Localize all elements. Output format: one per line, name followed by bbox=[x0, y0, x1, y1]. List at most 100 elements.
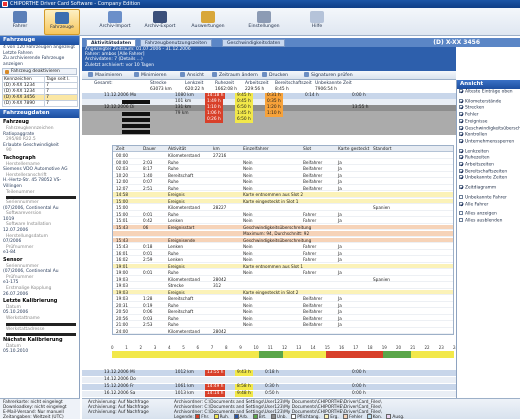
summary-row[interactable]: 14.12.2006 Do bbox=[82, 377, 456, 383]
detail-row[interactable]: 14:58 Ereignis Karte entnommen aus Slot 2 bbox=[113, 192, 453, 198]
checkbox[interactable] bbox=[459, 138, 463, 143]
view-option[interactable]: Fehler bbox=[457, 112, 520, 119]
checkbox[interactable] bbox=[459, 148, 463, 153]
toolbar-button-4[interactable]: Auswertungen bbox=[186, 9, 230, 35]
detail-row[interactable]: 12:07 2:51 Ruhe Nein Beifahrer Ja bbox=[113, 185, 453, 192]
detail-row[interactable]: 15:43 06 Ereignisstart Geschwindigkeitsüber… bbox=[113, 224, 453, 231]
checkbox[interactable] bbox=[459, 201, 463, 206]
summary-row[interactable]: 101 km 1:49 h 0:45 h 0:35 h bbox=[82, 99, 456, 105]
detail-column-header[interactable]: Aktivität bbox=[168, 147, 186, 152]
view-option[interactable]: Lenkzeiten bbox=[457, 148, 520, 156]
detail-row[interactable]: 10:20 1:40 Bereitschaft Nein Beifahrer Ja bbox=[113, 172, 453, 179]
vehicle-row[interactable]: (D) X-XX 7890 7 bbox=[1, 100, 78, 108]
detail-row[interactable]: 00:00 2:03 Ruhe Nein Beifahrer Ja bbox=[113, 159, 453, 166]
detail-row[interactable]: 19:00 0:01 Ruhe Nein Fahrer Ja bbox=[113, 270, 453, 276]
detail-row[interactable]: 15:00 0:01 Ruhe Nein Fahrer Ja bbox=[113, 211, 453, 218]
detail-column-header[interactable]: Einzelfahrer bbox=[243, 147, 269, 152]
toolbar-button-6[interactable]: Hilfe bbox=[302, 9, 332, 35]
summary-row[interactable]: 15.12.2006 Fr 1061 km 14:49 h 8:58 h 0:30 h 0… bbox=[82, 384, 456, 390]
checkbox[interactable] bbox=[459, 112, 463, 117]
view-option[interactable]: Kilometerstände bbox=[457, 98, 520, 106]
checkbox[interactable] bbox=[459, 98, 463, 103]
detail-row[interactable]: 20:31 0:19 Ruhe Nein Beifahrer Ja bbox=[113, 302, 453, 309]
checkbox[interactable] bbox=[459, 125, 463, 130]
action-button-0[interactable]: Maximieren bbox=[88, 72, 122, 79]
detail-row[interactable]: 19:03 Ereignis Karte eingesteckt in Slot 2 bbox=[113, 289, 453, 296]
summary-row[interactable]: 12.12.2006 Di 131 km 1:10 h 6:50 h 1:20 h 13:… bbox=[82, 105, 456, 111]
detail-column-header[interactable]: Standort bbox=[373, 147, 392, 152]
tab-1[interactable]: Fahrzeugbenutzungszeiten bbox=[140, 39, 212, 47]
view-option[interactable]: Unbekannte Zeiten bbox=[457, 175, 520, 182]
view-option[interactable]: Alles anzeigen bbox=[457, 211, 520, 218]
detail-row[interactable]: 19:03 Kilometerstand 28042 Spanien bbox=[113, 276, 453, 283]
detail-column-header[interactable]: Slot bbox=[303, 147, 311, 152]
summary-row[interactable] bbox=[82, 129, 456, 135]
view-option[interactable]: Ruhezeiten bbox=[457, 155, 520, 162]
tab-2[interactable]: Geschwindigkeitsdaten bbox=[222, 39, 286, 47]
detail-row[interactable]: 19:01 Ereignis Karte entnommen aus Slot 1 bbox=[113, 263, 453, 270]
view-option[interactable]: Arbeitszeiten bbox=[457, 162, 520, 169]
toolbar-button-5[interactable]: Einstellungen bbox=[240, 9, 288, 35]
summary-row[interactable]: 11.12.2006 Mo 1080 km 14:18 h 9:45 h 0:31 h 0… bbox=[82, 93, 456, 99]
detail-row[interactable]: 20:56 0:03 Ruhe Nein Beifahrer Ja bbox=[113, 315, 453, 322]
view-option[interactable]: Unternehmenssperren bbox=[457, 138, 520, 146]
view-option[interactable]: Bereitschaftszeiten bbox=[457, 168, 520, 176]
tab-0[interactable]: Aktivitätsdaten bbox=[86, 39, 137, 47]
summary-row[interactable]: 79 km 1:06 h 1:45 h 1:10 h bbox=[82, 111, 456, 117]
view-option[interactable]: Alles ausblenden bbox=[457, 217, 520, 225]
action-button-5[interactable]: Signaturen prüfen bbox=[304, 72, 353, 79]
detail-row[interactable]: 19:03 1:28 Bereitschaft Nein Beifahrer Ja bbox=[113, 296, 453, 302]
summary-row[interactable]: 0:26 h 6:50 h bbox=[82, 117, 456, 123]
detail-row[interactable]: 02:03 8:17 Ruhe Nein Beifahrer Ja bbox=[113, 166, 453, 172]
view-option[interactable]: Unbekannte Fahrer bbox=[457, 194, 520, 202]
detail-row[interactable]: 15:01 0:42 Lenken Nein Fahrer Ja bbox=[113, 218, 453, 224]
checkbox[interactable] bbox=[459, 132, 463, 137]
summary-row[interactable]: 16.12.2006 Sa 1013 km 14:14 h 9:48 h 0:50 h 0… bbox=[82, 391, 456, 397]
detail-column-header[interactable]: Dauer bbox=[143, 147, 156, 152]
view-option[interactable]: Älteste Einträge oben bbox=[457, 89, 520, 96]
detail-row[interactable]: 16:02 2:59 Lenken Nein Fahrer Ja bbox=[113, 257, 453, 263]
detail-row[interactable]: 12:00 0:07 Ruhe Nein Beifahrer Ja bbox=[113, 179, 453, 185]
checkbox[interactable] bbox=[459, 155, 463, 160]
detail-row[interactable]: 15:43 Ereignisende Geschwindigkeitsübersch… bbox=[113, 237, 453, 244]
checkbox[interactable] bbox=[459, 118, 463, 123]
checkbox[interactable] bbox=[459, 217, 463, 222]
detail-row[interactable]: 20:50 0:06 Bereitschaft Nein Beifahrer Ja bbox=[113, 309, 453, 315]
checkbox[interactable] bbox=[459, 211, 463, 216]
checkbox[interactable] bbox=[459, 168, 463, 173]
checkbox[interactable] bbox=[459, 162, 463, 167]
toolbar-button-0[interactable]: Fahrer bbox=[4, 9, 36, 35]
view-option[interactable]: Zeitdiagramm bbox=[457, 185, 520, 192]
view-option[interactable]: Kontrollen bbox=[457, 132, 520, 139]
summary-row[interactable] bbox=[82, 123, 456, 129]
view-option[interactable]: Ereignisse bbox=[457, 118, 520, 126]
toolbar-button-3[interactable]: Archiv-Export bbox=[140, 9, 180, 35]
deactivate-vehicle-button[interactable]: Fahrzeug deaktivieren bbox=[2, 68, 77, 76]
toolbar-button-2[interactable]: Archiv-Import bbox=[96, 9, 134, 35]
detail-row[interactable]: 19:03 Strecke 312 bbox=[113, 283, 453, 289]
detail-column-header[interactable]: km bbox=[213, 147, 220, 152]
action-button-4[interactable]: Drucken bbox=[262, 72, 288, 79]
detail-row[interactable]: 15:00 Kilometerstand 28227 Spanien bbox=[113, 205, 453, 211]
action-button-2[interactable]: Ansicht bbox=[180, 72, 204, 79]
summary-row[interactable]: 13.12.2006 Mi 1012 km 13:55 h 9:43 h 0:18 h 0… bbox=[82, 370, 456, 376]
action-button-3[interactable]: Zeitraum ändern bbox=[212, 72, 258, 79]
checkbox[interactable] bbox=[459, 185, 463, 190]
checkbox[interactable] bbox=[459, 89, 463, 93]
detail-column-header[interactable]: Karte gesteckt bbox=[338, 147, 369, 152]
detail-row[interactable]: 15:43 0:18 Lenken Nein Fahrer Ja bbox=[113, 244, 453, 250]
detail-row[interactable]: 15:00 Ereignis Karte eingesteckt in Slot 1 bbox=[113, 198, 453, 205]
checkbox[interactable] bbox=[459, 175, 463, 180]
checkbox[interactable] bbox=[459, 105, 463, 110]
detail-row[interactable]: 21:00 2:53 Ruhe Nein Beifahrer Ja bbox=[113, 322, 453, 328]
view-option[interactable]: Strecken bbox=[457, 105, 520, 112]
checkbox[interactable] bbox=[459, 194, 463, 199]
view-option[interactable]: Alle Fahrer bbox=[457, 201, 520, 209]
toolbar-button-1[interactable]: Fahrzeuge bbox=[44, 9, 80, 35]
action-button-1[interactable]: Minimieren bbox=[134, 72, 167, 79]
detail-row[interactable]: 16:01 0:01 Ruhe Nein Fahrer Ja bbox=[113, 250, 453, 257]
detail-row[interactable]: 00:00 Kilometerstand 27216 bbox=[113, 153, 453, 159]
detail-row[interactable]: 24:00 Kilometerstand 28042 bbox=[113, 328, 453, 334]
view-option[interactable]: Geschwindigkeitsüberschreitung bbox=[457, 125, 520, 133]
detail-row[interactable]: Maximum: 94, Durchschnitt: 92 bbox=[113, 231, 453, 237]
